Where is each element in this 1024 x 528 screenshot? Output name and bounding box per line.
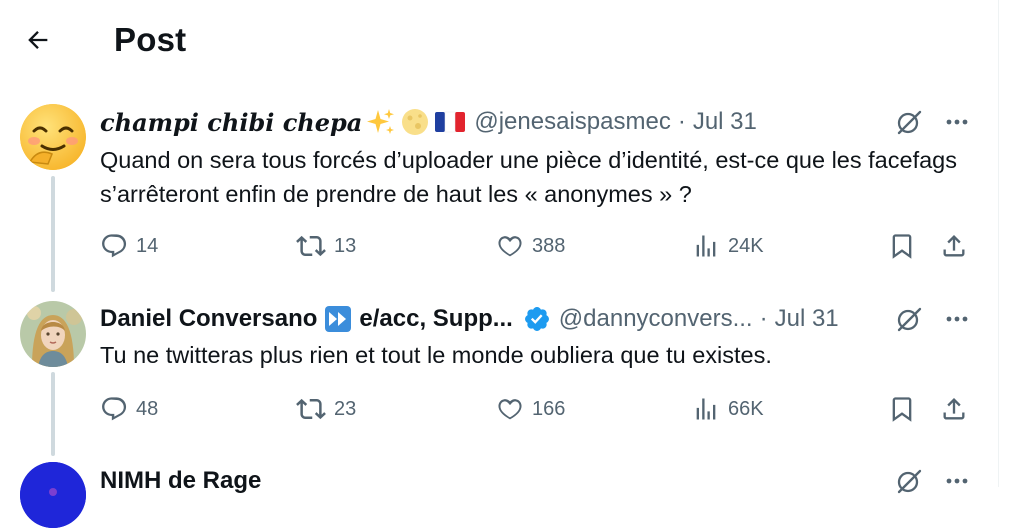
smirking-face-avatar-icon bbox=[20, 104, 86, 170]
view-count: 66K bbox=[728, 397, 764, 420]
like-button[interactable]: 388 bbox=[496, 229, 565, 263]
tweet-text: Tu ne twitteras plus rien et tout le mon… bbox=[100, 342, 772, 368]
more-icon bbox=[946, 478, 968, 484]
avatar[interactable] bbox=[20, 462, 86, 528]
fast-forward-icon bbox=[329, 312, 347, 326]
reply-count: 48 bbox=[136, 397, 159, 420]
more-options-button[interactable] bbox=[942, 107, 972, 137]
reply-count: 14 bbox=[136, 234, 159, 257]
views-button[interactable]: 66K bbox=[692, 392, 764, 426]
separator-dot: · bbox=[759, 305, 768, 332]
more-options-button[interactable] bbox=[942, 466, 972, 496]
avatar-image-icon bbox=[20, 462, 86, 528]
sparkles-emoji bbox=[366, 107, 396, 137]
repost-button[interactable]: 23 bbox=[296, 392, 356, 426]
grok-button[interactable] bbox=[894, 304, 924, 334]
bookmark-icon bbox=[892, 397, 912, 422]
share-icon bbox=[943, 235, 965, 257]
repost-button[interactable]: 13 bbox=[296, 229, 356, 263]
more-icon bbox=[946, 119, 968, 125]
bookmark-button[interactable] bbox=[888, 229, 916, 263]
tweet[interactable]: champi chibi chepa @jenesaispasmec · Jul… bbox=[0, 0, 998, 290]
grok-icon bbox=[897, 469, 922, 494]
like-count: 166 bbox=[532, 397, 566, 420]
views-button[interactable]: 24K bbox=[692, 229, 764, 263]
more-icon bbox=[946, 316, 968, 322]
portrait-avatar-icon bbox=[20, 301, 86, 367]
tweet-actions: 14 13 388 24K bbox=[100, 229, 970, 263]
tweet-actions: 48 23 166 66K bbox=[100, 392, 970, 426]
avatar[interactable] bbox=[20, 301, 86, 367]
tweet-text: Quand on sera tous forcés d’uploader une… bbox=[100, 147, 957, 207]
full-moon-emoji bbox=[400, 107, 430, 137]
post-date[interactable]: Jul 31 bbox=[775, 305, 839, 333]
verified-badge[interactable] bbox=[523, 305, 551, 333]
moon-icon bbox=[402, 109, 429, 135]
grok-button[interactable] bbox=[894, 466, 924, 496]
heart-icon bbox=[498, 399, 522, 420]
like-button[interactable]: 166 bbox=[496, 392, 565, 426]
post-date[interactable]: Jul 31 bbox=[693, 108, 757, 136]
separator-dot: · bbox=[677, 108, 686, 135]
user-handle[interactable]: @jenesaispasmec bbox=[474, 108, 670, 136]
tweet[interactable]: Daniel Conversano e/acc, Supp... @dannyc… bbox=[0, 290, 998, 450]
tweet-header: Daniel Conversano e/acc, Supp... @dannyc… bbox=[100, 302, 972, 336]
share-button[interactable] bbox=[940, 392, 968, 426]
grok-button[interactable] bbox=[894, 107, 924, 137]
more-options-button[interactable] bbox=[942, 304, 972, 334]
bookmark-button[interactable] bbox=[888, 392, 916, 426]
display-name[interactable]: NIMH de Rage bbox=[100, 467, 261, 495]
reply-button[interactable]: 14 bbox=[100, 229, 158, 263]
france-flag-emoji bbox=[434, 110, 466, 134]
display-name[interactable]: champi chibi chepa bbox=[100, 108, 362, 137]
views-icon bbox=[696, 398, 716, 420]
user-handle[interactable]: @dannyconvers... bbox=[559, 305, 753, 333]
share-icon bbox=[943, 398, 965, 420]
display-name[interactable]: Daniel Conversano bbox=[100, 305, 317, 333]
views-icon bbox=[696, 235, 716, 257]
flag-icon bbox=[435, 111, 466, 133]
reply-button[interactable]: 48 bbox=[100, 392, 158, 426]
tweet-header: NIMH de Rage bbox=[100, 464, 972, 498]
sparkles-icon bbox=[367, 109, 395, 134]
tweet[interactable]: NIMH de Rage bbox=[0, 450, 998, 528]
repost-count: 23 bbox=[334, 397, 357, 420]
reply-icon bbox=[102, 234, 127, 258]
repost-count: 13 bbox=[334, 234, 357, 257]
grok-icon bbox=[897, 110, 922, 135]
share-button[interactable] bbox=[940, 229, 968, 263]
column-divider bbox=[998, 0, 999, 487]
verified-icon bbox=[524, 307, 549, 331]
bookmark-icon bbox=[892, 234, 912, 259]
avatar[interactable] bbox=[20, 104, 86, 170]
fast-forward-emoji bbox=[325, 306, 352, 332]
reply-icon bbox=[102, 397, 127, 421]
repost-icon bbox=[296, 398, 326, 420]
grok-icon bbox=[897, 307, 922, 332]
view-count: 24K bbox=[728, 234, 764, 257]
like-count: 388 bbox=[532, 234, 566, 257]
display-name-suffix[interactable]: e/acc, Supp... bbox=[359, 305, 512, 333]
tweet-header: champi chibi chepa @jenesaispasmec · Jul… bbox=[100, 105, 972, 139]
heart-icon bbox=[498, 236, 522, 257]
repost-icon bbox=[296, 235, 326, 257]
